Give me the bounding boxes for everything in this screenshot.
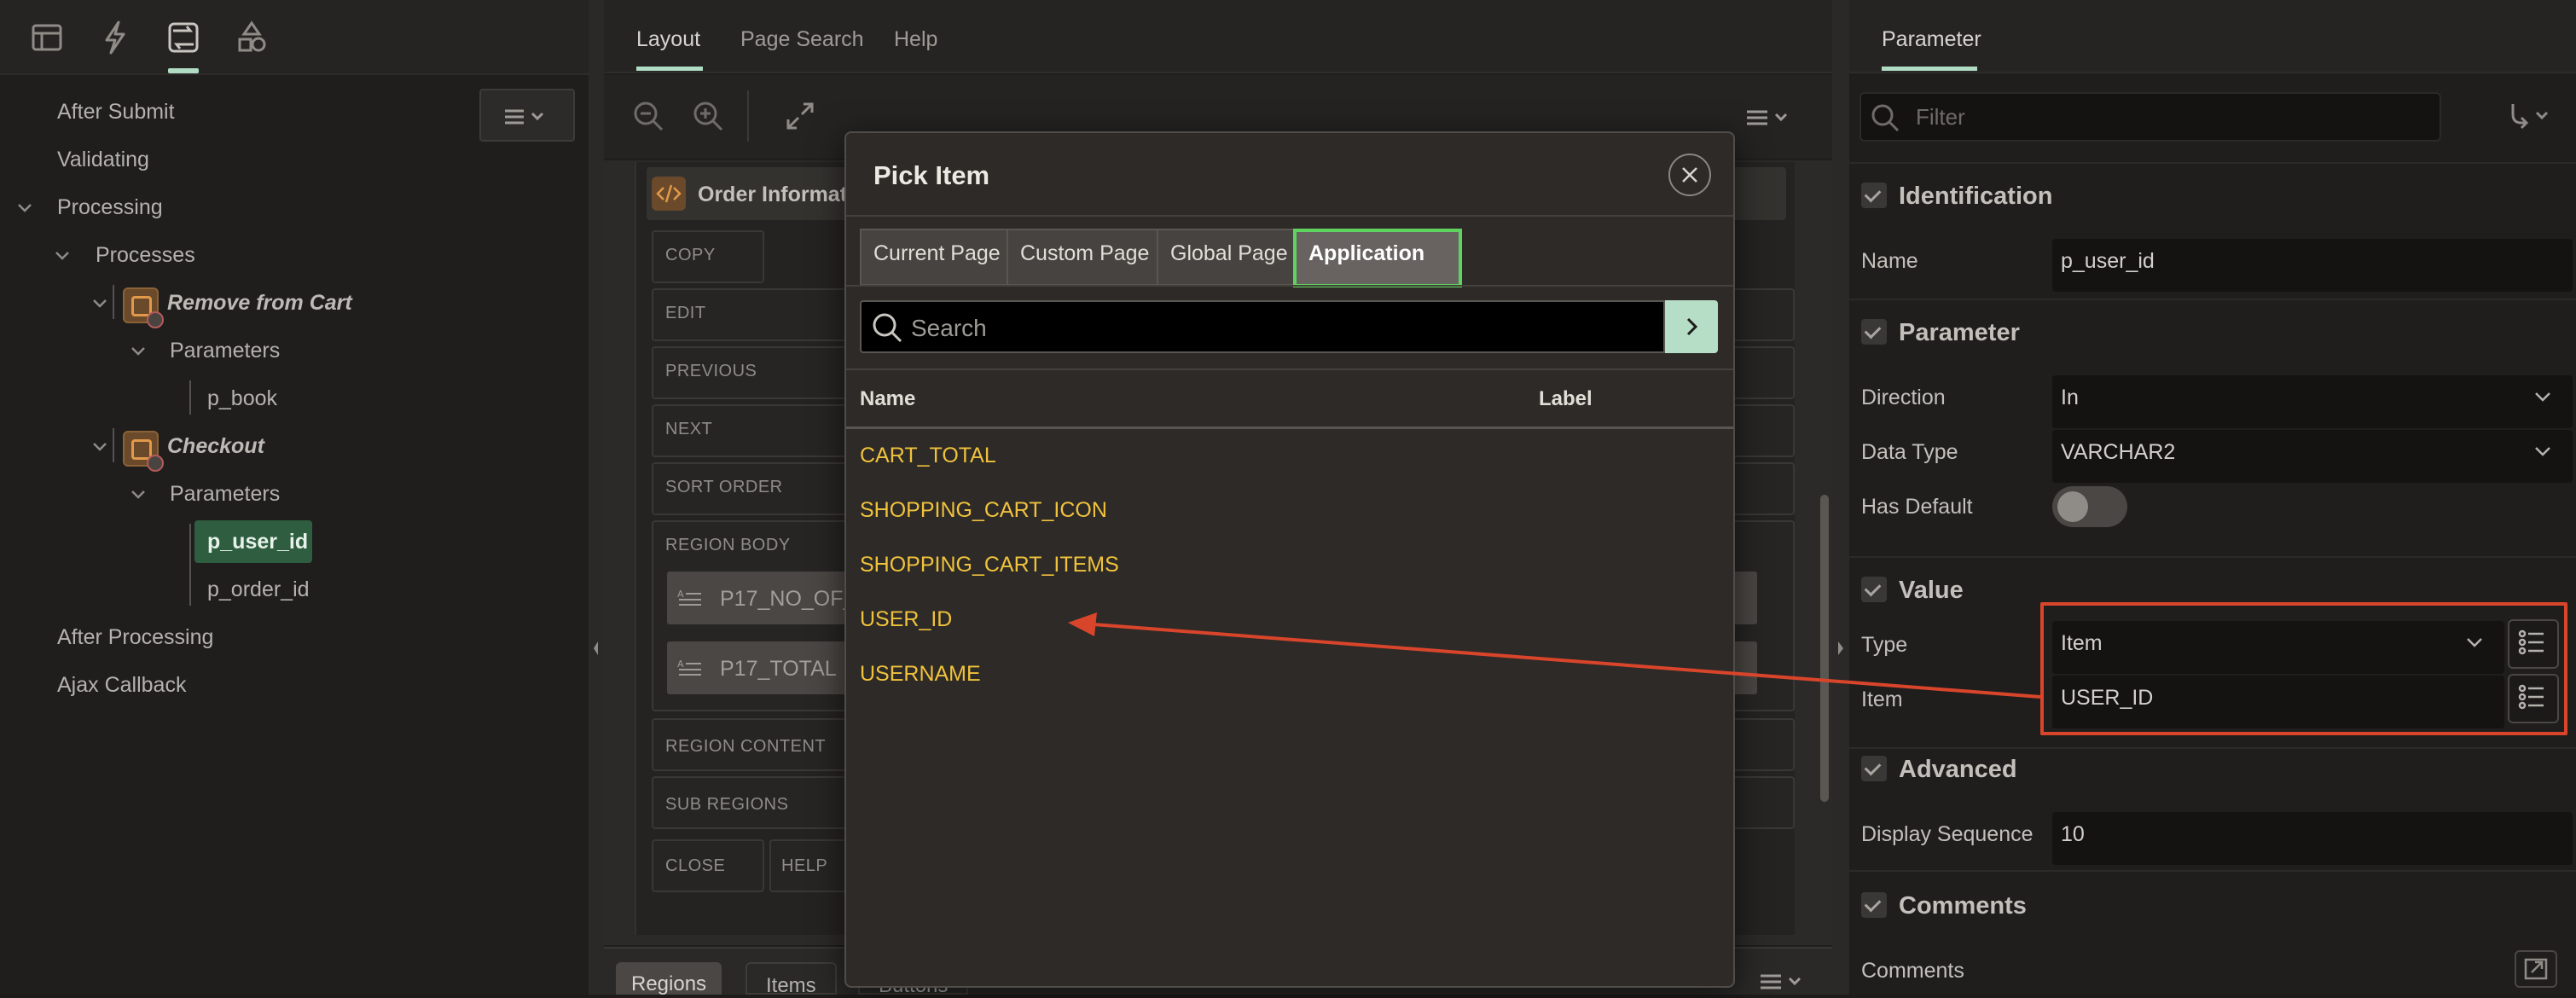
annotation-arrow — [1068, 612, 2041, 699]
